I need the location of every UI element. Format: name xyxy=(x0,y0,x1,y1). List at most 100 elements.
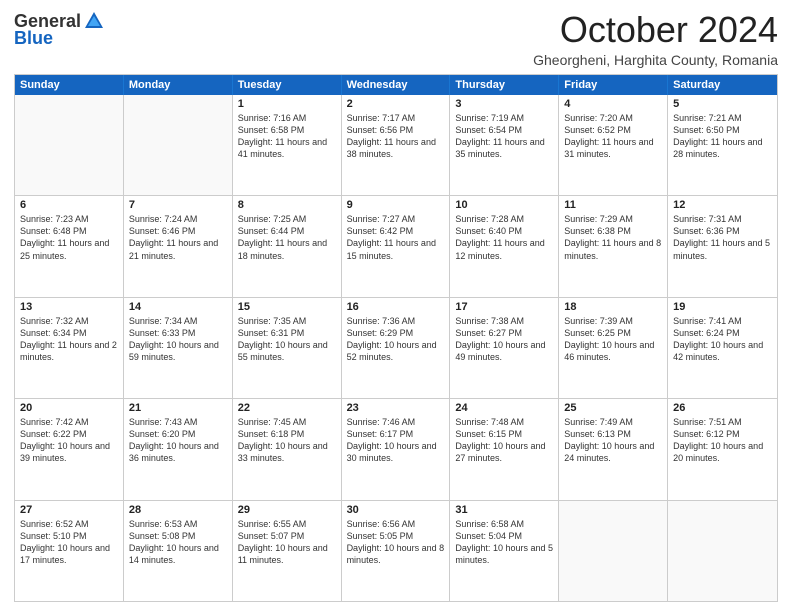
cal-cell-2-5: 18 Sunrise: 7:39 AM Sunset: 6:25 PM Dayli… xyxy=(559,298,668,398)
day-info-1-6: Sunrise: 7:31 AM Sunset: 6:36 PM Dayligh… xyxy=(673,213,772,262)
cal-cell-2-1: 14 Sunrise: 7:34 AM Sunset: 6:33 PM Dayli… xyxy=(124,298,233,398)
day-number-4-2: 29 xyxy=(238,504,336,516)
header-saturday: Saturday xyxy=(668,75,777,95)
day-number-2-1: 14 xyxy=(129,301,227,313)
calendar-body: 1Sunrise: 7:16 AM Sunset: 6:58 PM Daylig… xyxy=(15,95,777,601)
day-number-3-2: 22 xyxy=(238,402,336,414)
cal-cell-1-0: 6 Sunrise: 7:23 AM Sunset: 6:48 PM Daylig… xyxy=(15,196,124,296)
day-info-1-1: Sunrise: 7:24 AM Sunset: 6:46 PM Dayligh… xyxy=(129,213,227,262)
day-info-3-4: Sunrise: 7:48 AM Sunset: 6:15 PM Dayligh… xyxy=(455,416,553,465)
day-info-3-6: Sunrise: 7:51 AM Sunset: 6:12 PM Dayligh… xyxy=(673,416,772,465)
day-info-0-6: Sunrise: 7:21 AM Sunset: 6:50 PM Dayligh… xyxy=(673,112,772,161)
day-info-1-4: Sunrise: 7:28 AM Sunset: 6:40 PM Dayligh… xyxy=(455,213,553,262)
day-number-3-5: 25 xyxy=(564,402,662,414)
day-number-1-1: 7 xyxy=(129,199,227,211)
day-info-2-1: Sunrise: 7:34 AM Sunset: 6:33 PM Dayligh… xyxy=(129,315,227,364)
day-info-4-3: Sunrise: 6:56 AM Sunset: 5:05 PM Dayligh… xyxy=(347,518,445,567)
day-number-4-4: 31 xyxy=(455,504,553,516)
day-number-3-0: 20 xyxy=(20,402,118,414)
cal-cell-2-3: 16 Sunrise: 7:36 AM Sunset: 6:29 PM Dayli… xyxy=(342,298,451,398)
day-info-0-2: Sunrise: 7:16 AM Sunset: 6:58 PM Dayligh… xyxy=(238,112,336,161)
day-info-2-5: Sunrise: 7:39 AM Sunset: 6:25 PM Dayligh… xyxy=(564,315,662,364)
day-info-4-4: Sunrise: 6:58 AM Sunset: 5:04 PM Dayligh… xyxy=(455,518,553,567)
cal-cell-3-1: 21 Sunrise: 7:43 AM Sunset: 6:20 PM Dayli… xyxy=(124,399,233,499)
day-info-2-3: Sunrise: 7:36 AM Sunset: 6:29 PM Dayligh… xyxy=(347,315,445,364)
logo-blue: Blue xyxy=(14,28,53,49)
day-info-1-0: Sunrise: 7:23 AM Sunset: 6:48 PM Dayligh… xyxy=(20,213,118,262)
day-number-2-6: 19 xyxy=(673,301,772,313)
cal-cell-4-2: 29 Sunrise: 6:55 AM Sunset: 5:07 PM Dayli… xyxy=(233,501,342,601)
cal-cell-3-3: 23 Sunrise: 7:46 AM Sunset: 6:17 PM Dayli… xyxy=(342,399,451,499)
day-number-1-6: 12 xyxy=(673,199,772,211)
week-row-4: 27 Sunrise: 6:52 AM Sunset: 5:10 PM Dayli… xyxy=(15,500,777,601)
day-number-2-0: 13 xyxy=(20,301,118,313)
logo: General Blue xyxy=(14,10,105,49)
page: General Blue October 2024 Gheorgheni, Ha… xyxy=(0,0,792,612)
cal-cell-3-0: 20 Sunrise: 7:42 AM Sunset: 6:22 PM Dayli… xyxy=(15,399,124,499)
day-info-3-0: Sunrise: 7:42 AM Sunset: 6:22 PM Dayligh… xyxy=(20,416,118,465)
cal-cell-1-2: 8Sunrise: 7:25 AM Sunset: 6:44 PM Daylig… xyxy=(233,196,342,296)
day-info-3-1: Sunrise: 7:43 AM Sunset: 6:20 PM Dayligh… xyxy=(129,416,227,465)
day-number-3-6: 26 xyxy=(673,402,772,414)
day-info-3-3: Sunrise: 7:46 AM Sunset: 6:17 PM Dayligh… xyxy=(347,416,445,465)
cal-cell-0-0 xyxy=(15,95,124,195)
cal-cell-2-6: 19 Sunrise: 7:41 AM Sunset: 6:24 PM Dayli… xyxy=(668,298,777,398)
day-info-2-6: Sunrise: 7:41 AM Sunset: 6:24 PM Dayligh… xyxy=(673,315,772,364)
cal-cell-4-0: 27 Sunrise: 6:52 AM Sunset: 5:10 PM Dayli… xyxy=(15,501,124,601)
week-row-1: 6 Sunrise: 7:23 AM Sunset: 6:48 PM Daylig… xyxy=(15,195,777,296)
header-friday: Friday xyxy=(559,75,668,95)
day-info-4-0: Sunrise: 6:52 AM Sunset: 5:10 PM Dayligh… xyxy=(20,518,118,567)
day-number-2-5: 18 xyxy=(564,301,662,313)
day-number-1-0: 6 xyxy=(20,199,118,211)
header: General Blue October 2024 Gheorgheni, Ha… xyxy=(14,10,778,68)
cal-cell-0-4: 3Sunrise: 7:19 AM Sunset: 6:54 PM Daylig… xyxy=(450,95,559,195)
day-number-0-6: 5 xyxy=(673,98,772,110)
day-info-1-5: Sunrise: 7:29 AM Sunset: 6:38 PM Dayligh… xyxy=(564,213,662,262)
day-info-0-5: Sunrise: 7:20 AM Sunset: 6:52 PM Dayligh… xyxy=(564,112,662,161)
day-number-4-3: 30 xyxy=(347,504,445,516)
cal-cell-1-5: 11 Sunrise: 7:29 AM Sunset: 6:38 PM Dayli… xyxy=(559,196,668,296)
subtitle: Gheorgheni, Harghita County, Romania xyxy=(533,52,778,68)
day-info-2-2: Sunrise: 7:35 AM Sunset: 6:31 PM Dayligh… xyxy=(238,315,336,364)
day-number-4-0: 27 xyxy=(20,504,118,516)
day-number-3-1: 21 xyxy=(129,402,227,414)
cal-cell-4-1: 28Sunrise: 6:53 AM Sunset: 5:08 PM Dayli… xyxy=(124,501,233,601)
day-number-1-5: 11 xyxy=(564,199,662,211)
cal-cell-1-6: 12 Sunrise: 7:31 AM Sunset: 6:36 PM Dayli… xyxy=(668,196,777,296)
day-number-0-3: 2 xyxy=(347,98,445,110)
cal-cell-2-4: 17Sunrise: 7:38 AM Sunset: 6:27 PM Dayli… xyxy=(450,298,559,398)
calendar-header: Sunday Monday Tuesday Wednesday Thursday… xyxy=(15,75,777,95)
day-number-2-3: 16 xyxy=(347,301,445,313)
cal-cell-3-5: 25 Sunrise: 7:49 AM Sunset: 6:13 PM Dayli… xyxy=(559,399,668,499)
day-number-1-3: 9 xyxy=(347,199,445,211)
day-info-3-5: Sunrise: 7:49 AM Sunset: 6:13 PM Dayligh… xyxy=(564,416,662,465)
header-wednesday: Wednesday xyxy=(342,75,451,95)
cal-cell-0-3: 2Sunrise: 7:17 AM Sunset: 6:56 PM Daylig… xyxy=(342,95,451,195)
day-info-2-4: Sunrise: 7:38 AM Sunset: 6:27 PM Dayligh… xyxy=(455,315,553,364)
cal-cell-4-3: 30 Sunrise: 6:56 AM Sunset: 5:05 PM Dayli… xyxy=(342,501,451,601)
week-row-0: 1Sunrise: 7:16 AM Sunset: 6:58 PM Daylig… xyxy=(15,95,777,195)
cal-cell-0-5: 4 Sunrise: 7:20 AM Sunset: 6:52 PM Daylig… xyxy=(559,95,668,195)
cal-cell-1-3: 9Sunrise: 7:27 AM Sunset: 6:42 PM Daylig… xyxy=(342,196,451,296)
day-number-3-3: 23 xyxy=(347,402,445,414)
header-sunday: Sunday xyxy=(15,75,124,95)
cal-cell-3-4: 24Sunrise: 7:48 AM Sunset: 6:15 PM Dayli… xyxy=(450,399,559,499)
cal-cell-0-1 xyxy=(124,95,233,195)
week-row-2: 13Sunrise: 7:32 AM Sunset: 6:34 PM Dayli… xyxy=(15,297,777,398)
day-info-3-2: Sunrise: 7:45 AM Sunset: 6:18 PM Dayligh… xyxy=(238,416,336,465)
cal-cell-0-2: 1Sunrise: 7:16 AM Sunset: 6:58 PM Daylig… xyxy=(233,95,342,195)
cal-cell-3-6: 26 Sunrise: 7:51 AM Sunset: 6:12 PM Dayli… xyxy=(668,399,777,499)
day-number-2-2: 15 xyxy=(238,301,336,313)
week-row-3: 20 Sunrise: 7:42 AM Sunset: 6:22 PM Dayli… xyxy=(15,398,777,499)
cal-cell-2-0: 13Sunrise: 7:32 AM Sunset: 6:34 PM Dayli… xyxy=(15,298,124,398)
cal-cell-1-1: 7 Sunrise: 7:24 AM Sunset: 6:46 PM Daylig… xyxy=(124,196,233,296)
header-tuesday: Tuesday xyxy=(233,75,342,95)
day-number-4-1: 28 xyxy=(129,504,227,516)
cal-cell-1-4: 10 Sunrise: 7:28 AM Sunset: 6:40 PM Dayli… xyxy=(450,196,559,296)
day-number-1-4: 10 xyxy=(455,199,553,211)
calendar: Sunday Monday Tuesday Wednesday Thursday… xyxy=(14,74,778,602)
day-info-4-2: Sunrise: 6:55 AM Sunset: 5:07 PM Dayligh… xyxy=(238,518,336,567)
day-number-0-5: 4 xyxy=(564,98,662,110)
day-info-1-2: Sunrise: 7:25 AM Sunset: 6:44 PM Dayligh… xyxy=(238,213,336,262)
cal-cell-4-4: 31 Sunrise: 6:58 AM Sunset: 5:04 PM Dayli… xyxy=(450,501,559,601)
